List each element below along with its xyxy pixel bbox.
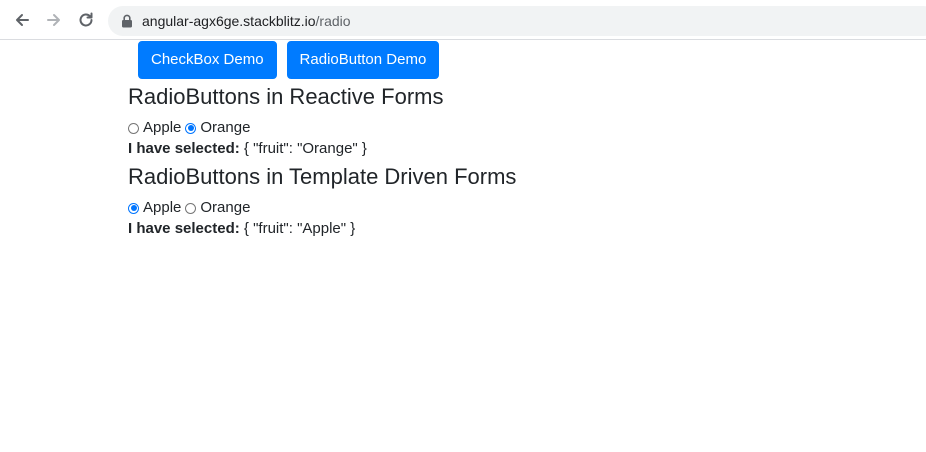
reactive-orange-radio[interactable] <box>185 122 197 134</box>
checkbox-demo-button[interactable]: CheckBox Demo <box>138 41 277 79</box>
template-apple-radio[interactable] <box>128 202 139 214</box>
url-path: /radio <box>315 13 351 29</box>
template-orange-label[interactable]: Orange <box>200 198 250 218</box>
template-radio-group: Apple Orange <box>128 198 888 218</box>
address-bar[interactable]: angular-agx6ge.stackblitz.io/radio <box>108 6 926 36</box>
arrow-left-icon <box>16 14 29 26</box>
template-selected-prefix: I have selected: <box>128 220 240 237</box>
page-content: CheckBox Demo RadioButton Demo RadioButt… <box>128 41 888 239</box>
url-host: angular-agx6ge.stackblitz.io <box>142 13 316 29</box>
arrow-right-icon <box>47 14 60 26</box>
reactive-orange-label[interactable]: Orange <box>200 118 250 138</box>
browser-toolbar: angular-agx6ge.stackblitz.io/radio <box>0 0 926 40</box>
forward-button[interactable] <box>42 8 66 32</box>
template-apple-label[interactable]: Apple <box>143 198 181 218</box>
template-forms-heading: RadioButtons in Template Driven Forms <box>128 164 517 189</box>
back-button[interactable] <box>10 8 34 32</box>
reactive-selected-prefix: I have selected: <box>128 140 240 157</box>
reload-icon <box>79 12 93 27</box>
reactive-apple-label[interactable]: Apple <box>143 118 181 138</box>
demo-nav: CheckBox Demo RadioButton Demo <box>138 41 888 79</box>
template-selected-value: { "fruit": "Apple" } <box>239 220 356 237</box>
template-selected-output: I have selected: { "fruit": "Apple" } <box>128 219 888 239</box>
reactive-radio-group: Apple Orange <box>128 118 888 138</box>
reactive-apple-radio[interactable] <box>128 122 139 134</box>
radiobutton-demo-button[interactable]: RadioButton Demo <box>286 41 440 79</box>
reactive-selected-output: I have selected: { "fruit": "Orange" } <box>128 139 888 159</box>
reactive-forms-section: RadioButtons in Reactive Forms Apple Ora… <box>128 82 888 159</box>
reactive-selected-value: { "fruit": "Orange" } <box>239 140 367 157</box>
reactive-forms-heading: RadioButtons in Reactive Forms <box>128 84 444 109</box>
reload-button[interactable] <box>74 8 98 32</box>
template-orange-radio[interactable] <box>185 202 197 214</box>
template-forms-section: RadioButtons in Template Driven Forms Ap… <box>128 162 888 239</box>
lock-icon <box>120 14 134 28</box>
